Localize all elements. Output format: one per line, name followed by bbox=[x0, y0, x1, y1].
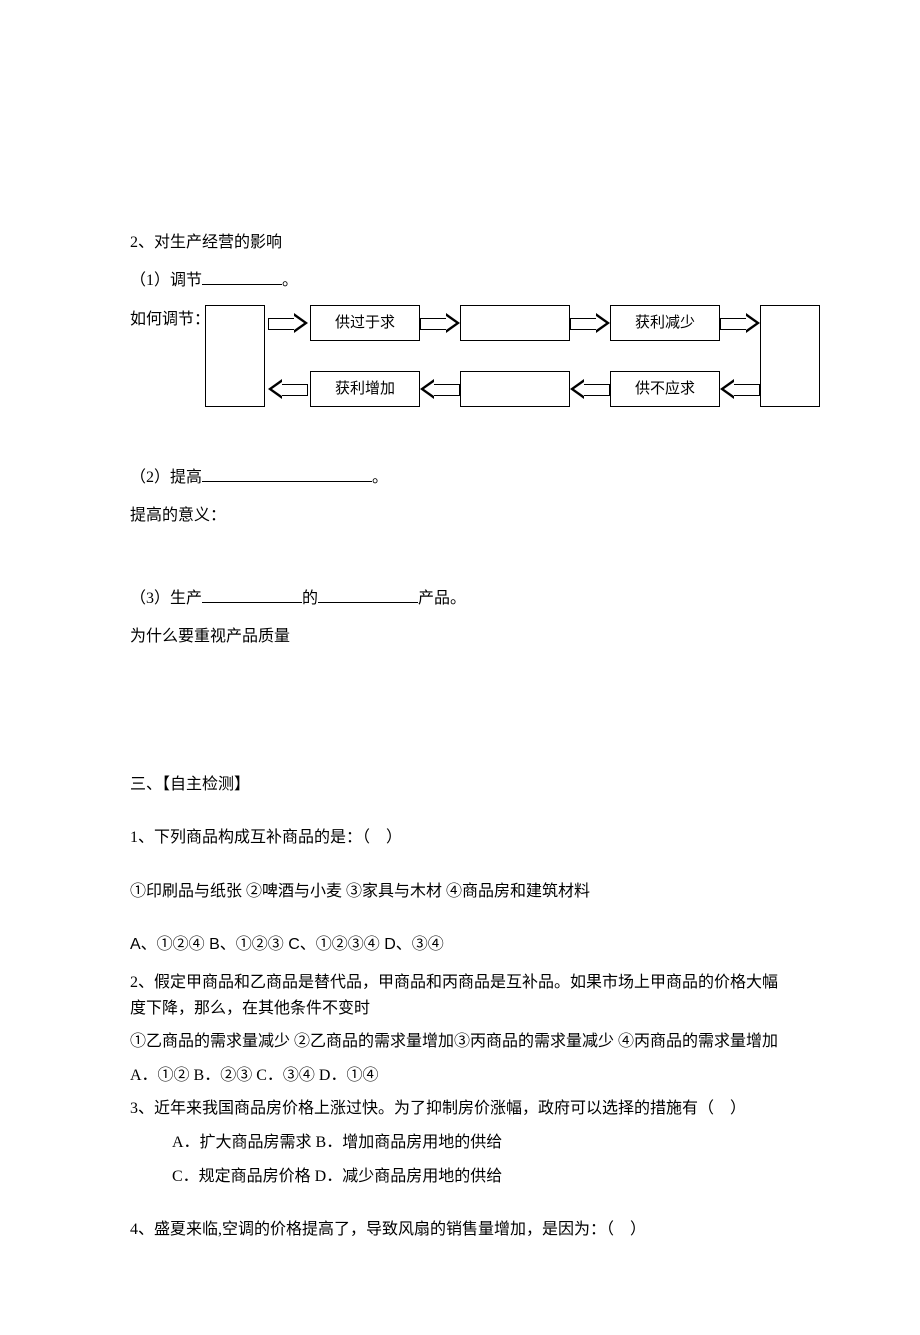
arrow-left-icon bbox=[420, 381, 460, 397]
item1-prefix: （1）调节 bbox=[130, 272, 202, 289]
q1-options: A、①②④ B、①②③ C、①②③④ D、③④ bbox=[130, 932, 790, 958]
section2-title: 2、对生产经营的影响 bbox=[130, 230, 790, 256]
diagram-box-bot-2: 获利增加 bbox=[310, 371, 420, 407]
blank-1 bbox=[202, 269, 282, 285]
item-2: （2）提高 。 bbox=[130, 465, 790, 491]
diagram-box-left bbox=[205, 305, 265, 407]
arrow-left-icon bbox=[570, 381, 610, 397]
arrow-right-icon bbox=[570, 315, 610, 331]
item3-prefix: （3）生产 bbox=[130, 590, 202, 607]
arrow-right-icon bbox=[268, 315, 308, 331]
section3-title: 三、【自主检测】 bbox=[130, 772, 790, 798]
arrow-right-icon bbox=[420, 315, 460, 331]
blank-3a bbox=[202, 587, 302, 603]
q2-given: ①乙商品的需求量减少 ②乙商品的需求量增加③丙商品的需求量减少 ④丙商品的需求量… bbox=[130, 1029, 790, 1055]
blank-2 bbox=[202, 466, 372, 482]
q4-stem: 4、盛夏来临,空调的价格提高了，导致风扇的销售量增加，是因为：（ ） bbox=[130, 1217, 790, 1243]
blank-3b bbox=[318, 587, 418, 603]
diagram-box-bot-4: 供不应求 bbox=[610, 371, 720, 407]
q1-given: ①印刷品与纸张 ②啤酒与小麦 ③家具与木材 ④商品房和建筑材料 bbox=[130, 879, 790, 905]
q1-stem: 1、下列商品构成互补商品的是：（ ） bbox=[130, 825, 790, 851]
item1-suffix: 。 bbox=[282, 272, 298, 289]
arrow-left-icon bbox=[720, 381, 760, 397]
item-3-sub: 为什么要重视产品质量 bbox=[130, 624, 790, 650]
q3-stem: 3、近年来我国商品房价格上涨过快。为了抑制房价涨幅，政府可以选择的措施有（ ） bbox=[130, 1096, 790, 1122]
diagram-box-top-4: 获利减少 bbox=[610, 305, 720, 341]
item3-mid: 的 bbox=[302, 590, 318, 607]
flow-diagram: 如何调节： 供过于求 获利减少 获利增加 供不应求 bbox=[130, 305, 790, 425]
diagram-label: 如何调节： bbox=[130, 307, 210, 333]
q2-stem: 2、假定甲商品和乙商品是替代品，甲商品和丙商品是互补品。如果市场上甲商品的价格大… bbox=[130, 970, 790, 1021]
q2-options: A．①② B．②③ C．③④ D．①④ bbox=[130, 1063, 790, 1089]
item3-suffix: 产品。 bbox=[418, 590, 466, 607]
item-2-sub: 提高的意义： bbox=[130, 503, 790, 529]
item-3: （3）生产 的 产品。 bbox=[130, 586, 790, 612]
q3-options-1: A．扩大商品房需求 B．增加商品房用地的供给 bbox=[130, 1130, 790, 1156]
diagram-box-bot-3 bbox=[460, 371, 570, 407]
diagram-box-top-3 bbox=[460, 305, 570, 341]
item2-suffix: 。 bbox=[372, 469, 388, 486]
arrow-right-icon bbox=[720, 315, 760, 331]
q3-options-2: C．规定商品房价格 D．减少商品房用地的供给 bbox=[130, 1164, 790, 1190]
item2-prefix: （2）提高 bbox=[130, 469, 202, 486]
diagram-box-top-2: 供过于求 bbox=[310, 305, 420, 341]
arrow-left-icon bbox=[268, 381, 308, 397]
item-1: （1）调节 。 bbox=[130, 268, 790, 294]
diagram-box-right bbox=[760, 305, 820, 407]
